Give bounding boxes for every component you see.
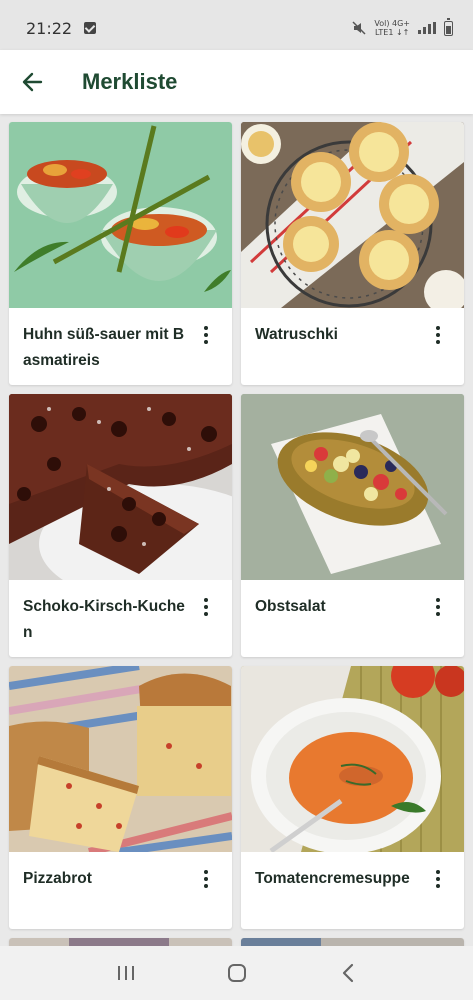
status-bar: 21:22 Vol) 4G+ LTE1 ↓↑ (0, 0, 473, 56)
more-options-button[interactable] (426, 866, 450, 892)
recipe-card-body: Watruschki (241, 308, 464, 385)
system-back-button[interactable] (328, 953, 368, 993)
status-icons: Vol) 4G+ LTE1 ↓↑ (352, 17, 453, 37)
recipe-card[interactable]: Tomatencremesuppe (241, 666, 464, 929)
recipe-title: Pizzabrot (23, 870, 92, 887)
more-vert-icon (204, 870, 208, 888)
recipe-title: Tomatencremesuppe (255, 870, 410, 887)
back-chevron-icon (342, 963, 353, 983)
recipe-image (241, 394, 464, 580)
more-options-button[interactable] (426, 594, 450, 620)
recipe-card-body: Schoko-Kirsch-Kuchen (9, 580, 232, 657)
recipe-card-body: Pizzabrot (9, 852, 232, 929)
more-options-button[interactable] (194, 322, 218, 348)
signal-icon (418, 22, 436, 34)
recipe-card[interactable]: Schoko-Kirsch-Kuchen (9, 394, 232, 657)
system-nav-bar (0, 946, 473, 1000)
more-options-button[interactable] (426, 322, 450, 348)
recipe-title: Watruschki (255, 326, 338, 343)
more-vert-icon (204, 326, 208, 344)
app-bar: Merkliste (0, 50, 473, 114)
recipe-card[interactable]: Huhn süß-sauer mit Basmatireis (9, 122, 232, 385)
recipe-image (241, 122, 464, 308)
mute-icon (352, 21, 366, 35)
recents-icon (117, 966, 134, 980)
recipe-title: Huhn süß-sauer mit Basmatireis (23, 326, 185, 369)
back-button[interactable] (0, 50, 64, 114)
network-bottom-label: LTE1 ↓↑ (375, 28, 410, 37)
recipe-card-body: Obstsalat (241, 580, 464, 657)
recipe-card-body: Tomatencremesuppe (241, 852, 464, 929)
recipe-card-body: Huhn süß-sauer mit Basmatireis (9, 308, 232, 385)
more-options-button[interactable] (194, 866, 218, 892)
network-top-label: Vol) 4G+ (374, 19, 410, 28)
more-vert-icon (436, 326, 440, 344)
more-vert-icon (436, 870, 440, 888)
recipe-card[interactable]: Obstsalat (241, 394, 464, 657)
recipe-title: Schoko-Kirsch-Kuchen (23, 598, 185, 641)
recipe-image (9, 666, 232, 852)
recipe-title: Obstsalat (255, 598, 326, 615)
home-button[interactable] (217, 953, 257, 993)
page-title: Merkliste (82, 69, 178, 94)
notification-check-icon (84, 22, 97, 34)
more-vert-icon (436, 598, 440, 616)
recipe-grid: Huhn süß-sauer mit Basmatireis Watruschk… (9, 122, 464, 978)
recipe-card[interactable]: Watruschki (241, 122, 464, 385)
recipe-image (9, 394, 232, 580)
network-indicator: Vol) 4G+ LTE1 ↓↑ (374, 19, 410, 37)
arrow-left-icon (22, 72, 43, 92)
more-options-button[interactable] (194, 594, 218, 620)
recents-button[interactable] (106, 953, 146, 993)
home-icon (227, 964, 246, 982)
recipe-image (241, 666, 464, 852)
recipe-image (9, 122, 232, 308)
status-time: 21:22 (26, 18, 73, 38)
more-vert-icon (204, 598, 208, 616)
recipe-card[interactable]: Pizzabrot (9, 666, 232, 929)
battery-icon (444, 17, 453, 36)
